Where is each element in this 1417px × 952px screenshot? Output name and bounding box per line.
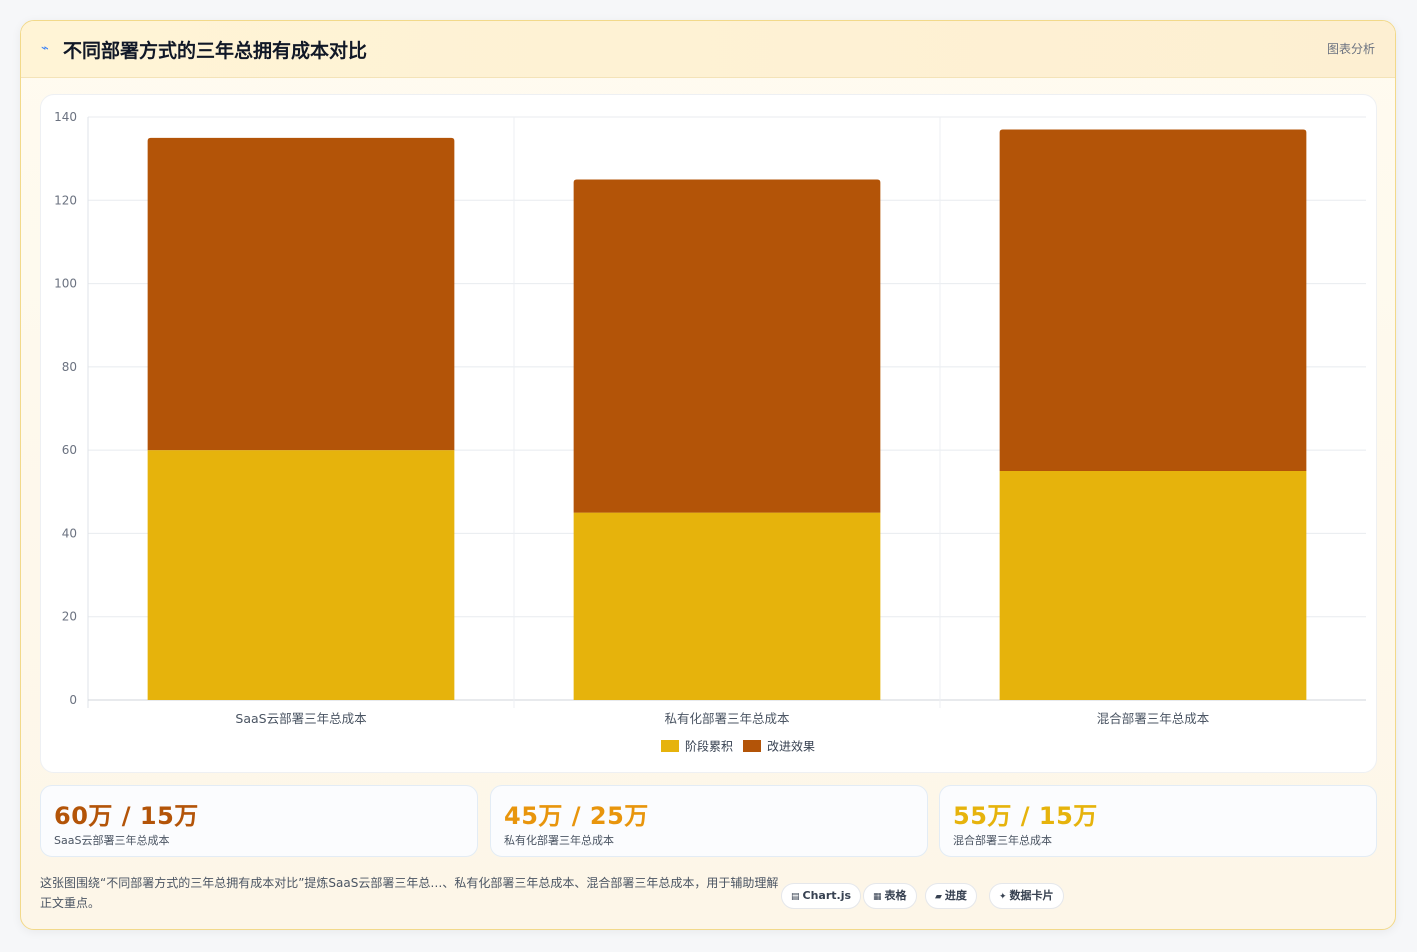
y-tick-label: 20 xyxy=(62,610,77,624)
stat-value: 45万 / 25万 xyxy=(504,802,649,830)
legend-label: 阶段累积 xyxy=(685,739,733,754)
tag-progress[interactable]: ▰ 进度 xyxy=(925,883,977,909)
chart-summary: 这张图围绕“不同部署方式的三年总拥有成本对比”提炼SaaS云部署三年总…、私有化… xyxy=(40,876,779,910)
chart-icon: ▤ xyxy=(791,892,800,902)
analysis-button[interactable]: 图表分析 xyxy=(1327,40,1375,57)
stat-card-hybrid: 55万 / 15万 混合部署三年总成本 xyxy=(939,785,1377,857)
stat-label: SaaS云部署三年总成本 xyxy=(54,834,170,847)
bar-segment xyxy=(573,179,881,513)
tag-data-card[interactable]: ✦ 数据卡片 xyxy=(989,883,1064,909)
chart-card: ⌁ 不同部署方式的三年总拥有成本对比 图表分析 0 20 40 60 80 100 120 1… xyxy=(20,20,1396,930)
card-header: ⌁ 不同部署方式的三年总拥有成本对比 图表分析 xyxy=(21,21,1395,78)
tag-chartjs[interactable]: ▤ Chart.js xyxy=(781,883,862,909)
stacked-bar-chart: 0 20 40 60 80 100 120 140 SaaS云部署三年总成本 私有化部署三年总成本… xyxy=(54,110,1366,754)
x-tick-label: SaaS云部署三年总成本 xyxy=(235,711,367,726)
table-icon: ▦ xyxy=(873,892,882,902)
bar-segment xyxy=(999,129,1307,471)
stat-card-saas: 60万 / 15万 SaaS云部署三年总成本 xyxy=(40,785,478,857)
bar-segment xyxy=(999,470,1307,700)
y-tick-label: 100 xyxy=(54,277,77,291)
y-tick-label: 0 xyxy=(69,693,77,707)
bar-segment xyxy=(147,450,455,700)
progress-icon: ▰ xyxy=(935,892,942,902)
tag-table[interactable]: ▦ 表格 xyxy=(863,883,917,909)
chart-panel: 0 20 40 60 80 100 120 140 SaaS云部署三年总成本 私有化部署三年总成本… xyxy=(40,94,1377,773)
legend-swatch xyxy=(743,740,761,752)
legend-swatch xyxy=(661,740,679,752)
y-tick-label: 120 xyxy=(54,193,77,207)
chart-line-icon: ⌁ xyxy=(41,41,49,56)
stat-card-private: 45万 / 25万 私有化部署三年总成本 xyxy=(490,785,928,857)
page-title: 不同部署方式的三年总拥有成本对比 xyxy=(63,40,368,62)
stat-value: 55万 / 15万 xyxy=(953,802,1098,830)
stat-label: 混合部署三年总成本 xyxy=(953,834,1052,847)
y-tick-label: 40 xyxy=(62,526,77,540)
stat-value: 60万 / 15万 xyxy=(54,802,199,830)
y-tick-label: 60 xyxy=(62,443,77,457)
stat-label: 私有化部署三年总成本 xyxy=(504,834,614,847)
data-card-icon: ✦ xyxy=(999,892,1007,902)
y-tick-label: 140 xyxy=(54,110,77,124)
x-tick-label: 私有化部署三年总成本 xyxy=(664,711,790,726)
legend-label: 改进效果 xyxy=(767,739,815,754)
bar-segment xyxy=(147,137,455,451)
x-tick-label: 混合部署三年总成本 xyxy=(1097,711,1210,726)
y-tick-label: 80 xyxy=(62,360,77,374)
bar-segment xyxy=(573,512,881,700)
